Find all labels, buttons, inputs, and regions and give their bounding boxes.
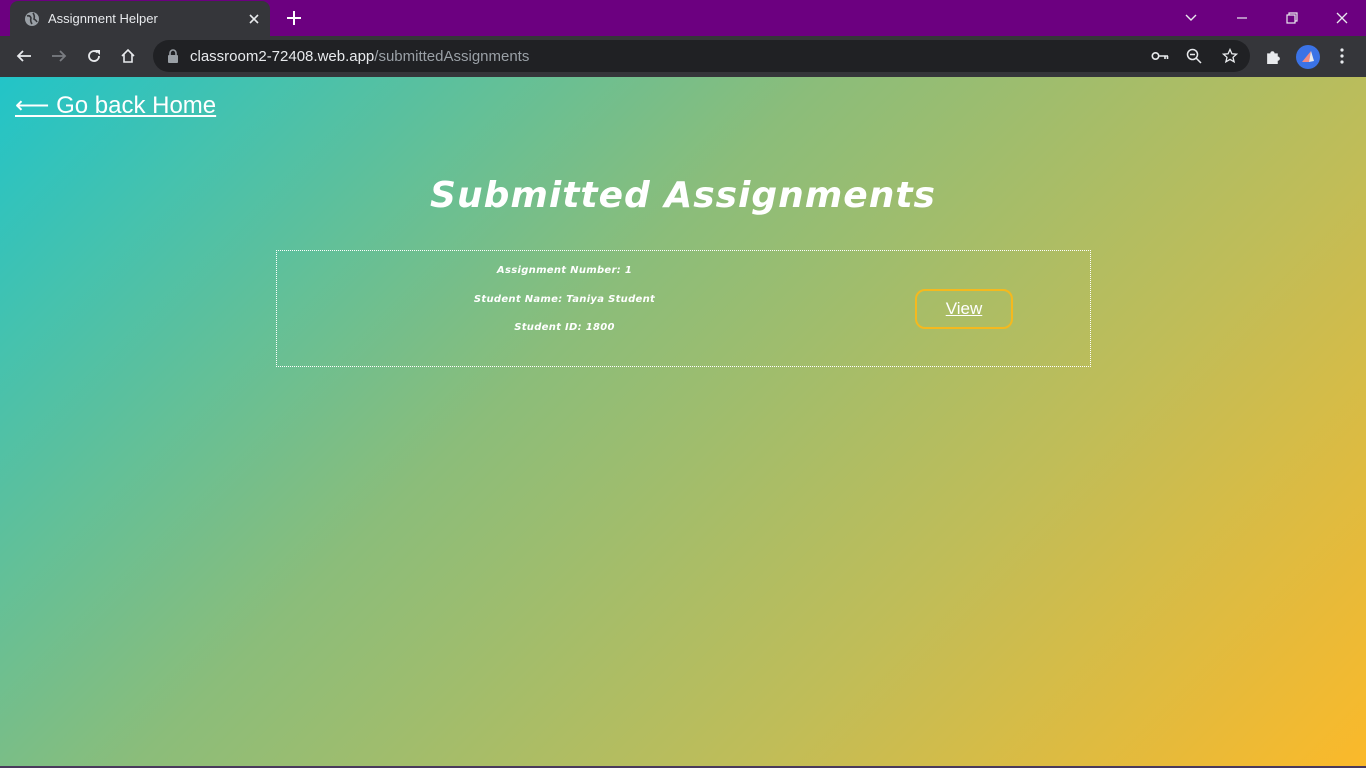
new-tab-icon[interactable] [285, 9, 303, 27]
extensions-puzzle-icon[interactable] [1263, 46, 1283, 66]
view-button[interactable]: View [915, 289, 1013, 329]
reload-icon[interactable] [84, 46, 104, 66]
tab-search-chevron-icon[interactable] [1181, 8, 1201, 28]
restore-icon[interactable] [1282, 8, 1302, 28]
url-path: /submittedAssignments [374, 48, 530, 65]
menu-dots-icon[interactable] [1332, 46, 1352, 66]
zoom-out-icon[interactable] [1184, 46, 1204, 66]
assignment-card: Assignment Number: 1 Student Name: Taniy… [276, 250, 1091, 367]
url-text[interactable]: classroom2-72408.web.app/submittedAssign… [190, 48, 529, 65]
profile-avatar[interactable] [1296, 45, 1320, 69]
browser-titlebar: Assignment Helper [0, 0, 1366, 36]
close-window-icon[interactable] [1332, 8, 1352, 28]
forward-arrow-icon[interactable] [49, 46, 69, 66]
back-arrow-icon[interactable] [14, 46, 34, 66]
go-back-home-link[interactable]: ⟵ Go back Home [15, 91, 216, 120]
assignment-number: Assignment Number: 1 [496, 265, 633, 276]
key-icon[interactable] [1150, 46, 1170, 66]
student-id: Student ID: 1800 [514, 322, 615, 333]
url-host: classroom2-72408.web.app [190, 48, 375, 65]
lock-icon[interactable] [167, 49, 179, 63]
browser-toolbar: classroom2-72408.web.app/submittedAssign… [0, 36, 1366, 77]
tab-title: Assignment Helper [48, 11, 158, 26]
page-title: Submitted Assignments [430, 175, 936, 216]
student-name: Student Name: Taniya Student [473, 294, 656, 305]
bookmark-star-icon[interactable] [1220, 46, 1240, 66]
home-icon[interactable] [118, 46, 138, 66]
close-tab-icon[interactable] [246, 11, 262, 27]
globe-icon [25, 12, 39, 26]
minimize-icon[interactable] [1232, 8, 1252, 28]
browser-tab[interactable]: Assignment Helper [10, 1, 270, 36]
address-bar[interactable]: classroom2-72408.web.app/submittedAssign… [153, 40, 1250, 72]
page-content: ⟵ Go back Home Submitted Assignments Ass… [0, 77, 1366, 766]
